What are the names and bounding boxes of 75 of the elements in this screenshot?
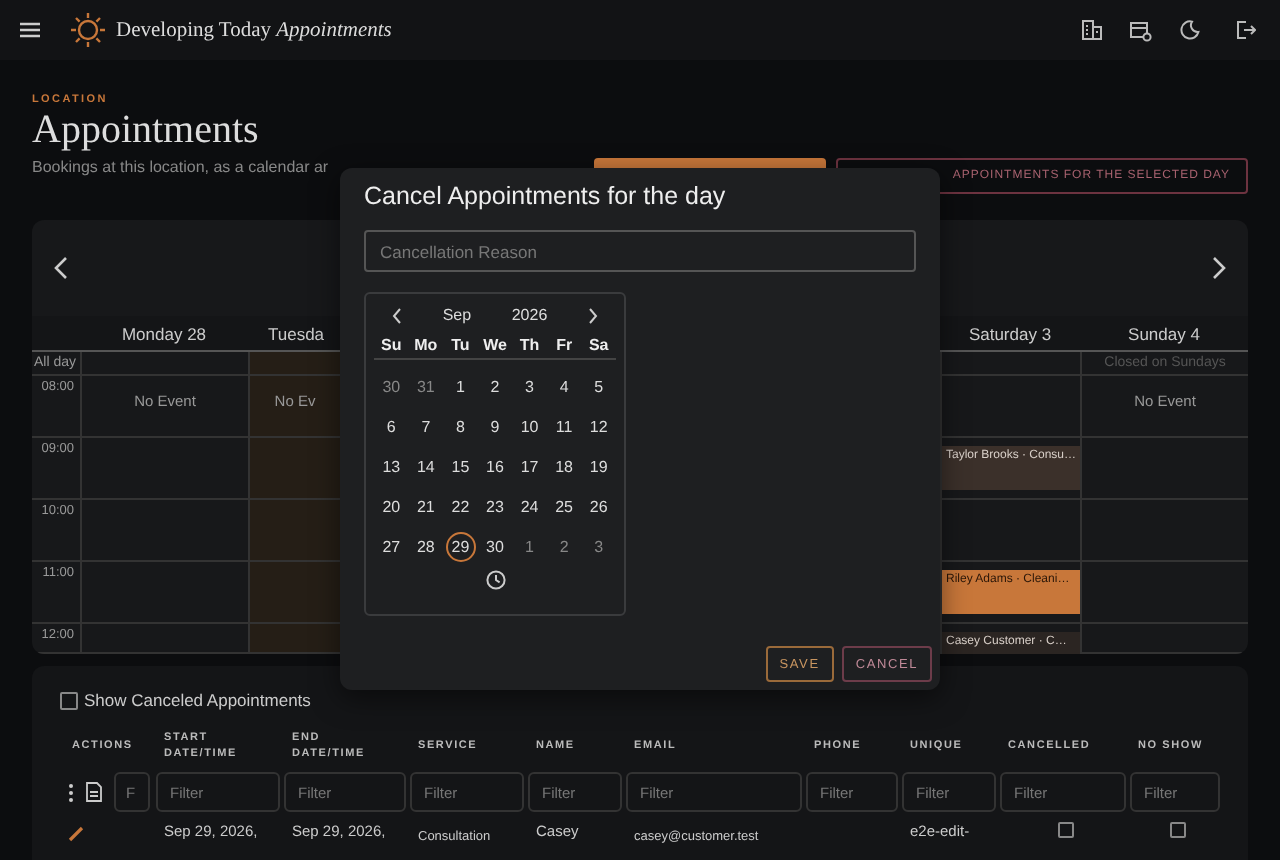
document-icon[interactable] — [86, 782, 102, 802]
date-cell[interactable]: 4 — [549, 372, 580, 402]
date-cell[interactable]: 20 — [376, 492, 407, 522]
date-cell[interactable]: 10 — [514, 412, 545, 442]
date-cell[interactable]: 1 — [514, 532, 545, 562]
date-cell[interactable]: 1 — [445, 372, 476, 402]
weekday-label: Mo — [412, 336, 440, 354]
date-cell[interactable]: 28 — [410, 532, 441, 562]
clock-icon[interactable] — [485, 570, 505, 590]
date-cell[interactable]: 22 — [445, 492, 476, 522]
month-select[interactable]: Sep — [442, 306, 472, 324]
sun-logo-icon — [70, 12, 106, 48]
date-cell[interactable]: 21 — [410, 492, 441, 522]
date-cell[interactable]: 17 — [514, 452, 545, 482]
date-cell[interactable]: 29 — [445, 532, 476, 562]
date-cell[interactable]: 5 — [583, 372, 614, 402]
date-cell[interactable]: 2 — [549, 532, 580, 562]
chevron-left-icon[interactable] — [392, 307, 402, 323]
checkbox[interactable] — [1169, 822, 1185, 838]
chevron-right-icon[interactable] — [587, 307, 598, 323]
checkbox-label: Show Canceled Appointments — [84, 690, 311, 710]
dialog-title: Cancel Appointments for the day — [364, 182, 728, 210]
date-cell[interactable]: 16 — [479, 452, 510, 482]
date-cell[interactable]: 6 — [376, 412, 407, 442]
year-select[interactable]: 2026 — [511, 306, 548, 324]
date-cell[interactable]: 25 — [549, 492, 580, 522]
date-cell[interactable]: 9 — [479, 412, 510, 442]
kebab-menu-icon[interactable] — [68, 783, 74, 801]
time-slot[interactable] — [248, 624, 340, 654]
date-cell[interactable]: 15 — [445, 452, 476, 482]
weekday-label: Th — [517, 336, 542, 354]
time-slot[interactable] — [1080, 438, 1248, 500]
date-cell[interactable]: 23 — [479, 492, 510, 522]
date-cell[interactable]: 2 — [479, 372, 510, 402]
checkbox[interactable] — [60, 691, 78, 709]
date-cell[interactable]: 7 — [410, 412, 441, 442]
weekday-label: Su — [379, 336, 404, 354]
date-cell[interactable]: 12 — [583, 412, 614, 442]
date-cell[interactable]: 30 — [479, 532, 510, 562]
app-title: Developing Today Appointments — [116, 19, 392, 41]
time-slot[interactable] — [248, 562, 340, 624]
menu-icon[interactable] — [20, 22, 40, 38]
page-subtitle: Bookings at this location, as a calendar ar — [32, 158, 331, 176]
logout-icon[interactable] — [1236, 20, 1256, 40]
calendar-gear-icon[interactable] — [1130, 19, 1152, 41]
date-cell[interactable]: 31 — [410, 372, 441, 402]
moon-icon[interactable] — [1180, 20, 1200, 40]
time-slot[interactable] — [248, 438, 340, 500]
date-cell[interactable]: 8 — [445, 412, 476, 442]
weekday-label: Tu — [449, 336, 472, 354]
date-cell[interactable]: 24 — [514, 492, 545, 522]
date-cell[interactable]: 19 — [583, 452, 614, 482]
date-cell[interactable]: 30 — [376, 372, 407, 402]
date-cell[interactable]: 3 — [514, 372, 545, 402]
date-cell[interactable]: 26 — [583, 492, 614, 522]
chevron-left-icon[interactable] — [54, 256, 68, 280]
time-slot[interactable] — [1080, 562, 1248, 624]
all-day-slot[interactable] — [248, 352, 340, 376]
checkbox[interactable] — [1057, 822, 1073, 838]
date-cell[interactable]: 18 — [549, 452, 580, 482]
date-cell[interactable]: 11 — [549, 412, 580, 442]
date-cell[interactable]: 13 — [376, 452, 407, 482]
time-slot[interactable] — [248, 500, 340, 562]
pencil-icon[interactable] — [68, 825, 84, 841]
date-cell[interactable]: 3 — [583, 532, 614, 562]
chevron-right-icon[interactable] — [1212, 256, 1226, 280]
building-icon[interactable] — [1082, 20, 1102, 40]
date-cell[interactable]: 14 — [410, 452, 441, 482]
date-cell[interactable]: 27 — [376, 532, 407, 562]
weekday-label: Fr — [554, 336, 575, 354]
reason-input[interactable]: Cancellation Reason — [364, 230, 916, 272]
time-slot[interactable] — [1080, 500, 1248, 562]
page-title: Appointments — [32, 108, 261, 154]
weekday-label: Sa — [586, 336, 611, 354]
weekday-label: We — [481, 336, 509, 354]
